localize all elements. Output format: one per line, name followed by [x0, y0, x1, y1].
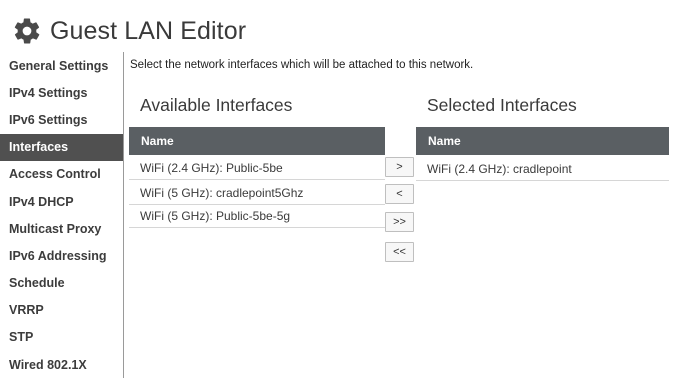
instruction-text: Select the network interfaces which will… [130, 59, 474, 71]
sidebar-item-vrrp[interactable]: VRRP [0, 297, 123, 324]
sidebar-item-interfaces[interactable]: Interfaces [0, 133, 123, 161]
sidebar-item-stp[interactable]: STP [0, 324, 123, 351]
sidebar-item-access-control[interactable]: Access Control [0, 161, 123, 188]
available-interfaces-title: Available Interfaces [140, 95, 293, 115]
sidebar-item-schedule[interactable]: Schedule [0, 270, 123, 297]
sidebar-item-ipv4-dhcp[interactable]: IPv4 DHCP [0, 188, 123, 215]
page-title: Guest LAN Editor [50, 16, 247, 45]
available-interface-row[interactable]: WiFi (5 GHz): cradlepoint5Ghz [129, 182, 385, 205]
gear-icon [12, 16, 42, 46]
remove-all-interfaces-button[interactable]: << [385, 242, 414, 262]
selected-interfaces-title: Selected Interfaces [427, 95, 577, 115]
sidebar-item-multicast-proxy[interactable]: Multicast Proxy [0, 215, 123, 242]
sidebar: General Settings IPv4 Settings IPv6 Sett… [0, 52, 124, 378]
add-all-interfaces-button[interactable]: >> [385, 212, 414, 232]
sidebar-item-general-settings[interactable]: General Settings [0, 52, 123, 79]
selected-name-column-header[interactable]: Name [416, 127, 669, 155]
available-name-column-header[interactable]: Name [129, 127, 385, 155]
selected-interface-row[interactable]: WiFi (2.4 GHz): cradlepoint [416, 158, 669, 181]
add-interface-button[interactable]: > [385, 157, 414, 177]
available-interface-row[interactable]: WiFi (5 GHz): Public-5be-5g [129, 205, 385, 228]
remove-interface-button[interactable]: < [385, 184, 414, 204]
available-interface-row[interactable]: WiFi (2.4 GHz): Public-5be [129, 157, 385, 180]
sidebar-item-ipv4-settings[interactable]: IPv4 Settings [0, 79, 123, 106]
page-header: Guest LAN Editor [12, 14, 246, 48]
sidebar-item-ipv6-settings[interactable]: IPv6 Settings [0, 106, 123, 133]
sidebar-item-ipv6-addressing[interactable]: IPv6 Addressing [0, 242, 123, 269]
sidebar-item-wired-8021x[interactable]: Wired 802.1X [0, 351, 123, 378]
